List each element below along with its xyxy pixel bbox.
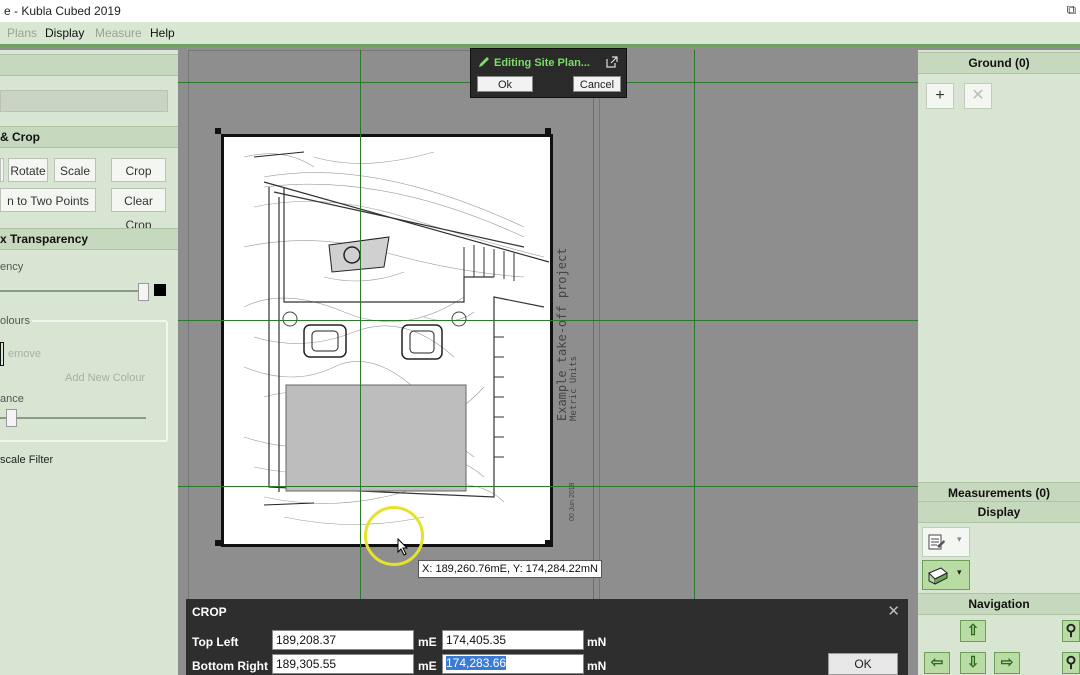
add-icon: + [935, 87, 945, 104]
crop-dialog: CROP ✕ Top Left mE mN Bottom Right mE 17… [186, 599, 908, 675]
menu-help[interactable]: Help [150, 26, 175, 40]
pencil-icon [479, 57, 489, 67]
crop-handle-top-left[interactable] [215, 128, 221, 134]
crop-handle-top-right[interactable] [545, 128, 551, 134]
fit-to-two-points-button[interactable]: n to Two Points [0, 188, 96, 212]
editing-ok-button[interactable]: Ok [477, 76, 533, 92]
units-text: Metric Units [569, 355, 579, 421]
magnifier-icon: ⚲ [1065, 654, 1077, 671]
arrow-down-icon: ⇩ [966, 654, 980, 671]
crop-section-title: & Crop [0, 130, 40, 144]
add-ground-button[interactable]: + [926, 83, 954, 109]
colours-label: olours [0, 315, 32, 327]
crop-button[interactable]: Crop [111, 158, 166, 182]
contour-map [243, 151, 550, 525]
menu-plans[interactable]: Plans [7, 26, 37, 40]
panel-header-top [0, 54, 178, 76]
popout-icon[interactable] [606, 56, 618, 68]
grid-line [178, 486, 918, 487]
grid-line [694, 50, 695, 675]
coordinate-tooltip: X: 189,260.76mE, Y: 174,284.22mN [418, 560, 602, 578]
left-panel: & Crop Rotate Scale Crop n to Two Points… [0, 50, 178, 675]
window-title: e - Kubla Cubed 2019 [4, 4, 121, 18]
top-left-northing-input[interactable] [442, 630, 584, 650]
clear-crop-button[interactable]: Clear Crop [111, 188, 166, 232]
grid-line [360, 50, 361, 675]
tolerance-slider-thumb[interactable] [6, 409, 17, 427]
editing-site-plan-badge: Editing Site Plan... Ok Cancel [470, 48, 627, 98]
transparency-label: ency [0, 261, 24, 273]
colour-swatch-edge[interactable] [0, 342, 4, 366]
selected-text: 174,283.66 [446, 656, 507, 670]
bottom-right-easting-input[interactable] [272, 654, 414, 674]
delete-icon: ✕ [971, 87, 985, 104]
chevron-down-icon: ▾ [957, 567, 962, 577]
arrow-left-icon: ⇦ [930, 654, 944, 671]
move-button-partial[interactable] [0, 158, 4, 182]
crop-handle-bottom-right[interactable] [545, 540, 551, 546]
restore-window-icon[interactable]: ⧉ [1067, 2, 1076, 18]
editing-title: Editing Site Plan... [494, 57, 590, 69]
arrow-up-icon: ⇧ [966, 622, 980, 639]
rotate-button[interactable]: Rotate [8, 158, 48, 182]
date-text: 00 Jun 2019 [569, 482, 576, 521]
nav-up-button[interactable]: ⇧ [960, 620, 986, 642]
navigation-header: Navigation [918, 593, 1080, 615]
grid-line [178, 320, 918, 321]
menu-bar: Plans Display Measure Help [0, 22, 1080, 47]
menu-measure[interactable]: Measure [95, 26, 142, 40]
nav-down-button[interactable]: ⇩ [960, 652, 986, 674]
bottom-right-northing-unit: mN [587, 659, 607, 673]
grayscale-filter-checkbox[interactable]: scale Filter [0, 454, 53, 466]
add-new-colour-button[interactable]: Add New Colour [65, 372, 145, 384]
zoom-in-button[interactable]: ⚲ [1062, 620, 1080, 642]
sheet-border-line [593, 91, 594, 611]
crop-ok-button[interactable]: OK [828, 653, 898, 675]
display-header: Display [918, 501, 1080, 523]
zoom-out-button[interactable]: ⚲ [1062, 652, 1080, 674]
display-mode-button[interactable]: ▾ [922, 527, 970, 557]
remove-colour-button[interactable]: emove [8, 348, 41, 360]
transparency-section-title: x Transparency [0, 232, 89, 246]
top-left-northing-unit: mN [587, 635, 607, 649]
bottom-right-label: Bottom Right [192, 659, 268, 673]
plan-name-field[interactable] [0, 90, 168, 112]
site-plan-icon [928, 567, 948, 585]
project-title-text: Example take-off project [555, 247, 569, 421]
scale-button[interactable]: Scale [54, 158, 96, 182]
top-left-easting-input[interactable] [272, 630, 414, 650]
chevron-down-icon: ▾ [957, 534, 962, 544]
delete-ground-button[interactable]: ✕ [964, 83, 992, 109]
ground-header: Ground (0) [918, 52, 1080, 74]
magnifier-icon: ⚲ [1065, 622, 1077, 639]
crop-handle-bottom-left[interactable] [215, 540, 221, 546]
transparency-section-header: x Transparency [0, 228, 178, 250]
crop-section-header: & Crop [0, 126, 178, 148]
tolerance-label: ance [0, 393, 24, 405]
site-plan-canvas[interactable]: Example take-off project Metric Units 00… [178, 50, 918, 675]
surface-display-icon [928, 534, 945, 550]
arrow-right-icon: ⇨ [1000, 654, 1014, 671]
plan-display-button[interactable]: ▾ [922, 560, 970, 590]
tolerance-slider-track[interactable] [0, 417, 146, 419]
crop-dialog-title: CROP [192, 605, 227, 619]
menu-display[interactable]: Display [45, 26, 84, 40]
transparency-colour-swatch[interactable] [154, 284, 166, 296]
top-left-label: Top Left [192, 635, 239, 649]
title-bar: e - Kubla Cubed 2019 ⧉ [0, 0, 1080, 22]
mouse-cursor-icon [397, 538, 409, 556]
transparency-slider-thumb[interactable] [138, 283, 149, 301]
cursor-highlight [364, 506, 424, 566]
right-panel: Ground (0) + ✕ Measurements (0) Display … [918, 50, 1080, 675]
nav-left-button[interactable]: ⇦ [924, 652, 950, 674]
close-icon[interactable]: ✕ [887, 602, 900, 620]
nav-right-button[interactable]: ⇨ [994, 652, 1020, 674]
transparency-slider-track[interactable] [0, 290, 146, 292]
plan-title-block: Example take-off project Metric Units 00… [549, 191, 579, 521]
bottom-right-easting-unit: mE [418, 659, 437, 673]
top-left-easting-unit: mE [418, 635, 437, 649]
bottom-right-northing-input[interactable]: 174,283.66 [442, 654, 584, 674]
editing-cancel-button[interactable]: Cancel [573, 76, 621, 92]
